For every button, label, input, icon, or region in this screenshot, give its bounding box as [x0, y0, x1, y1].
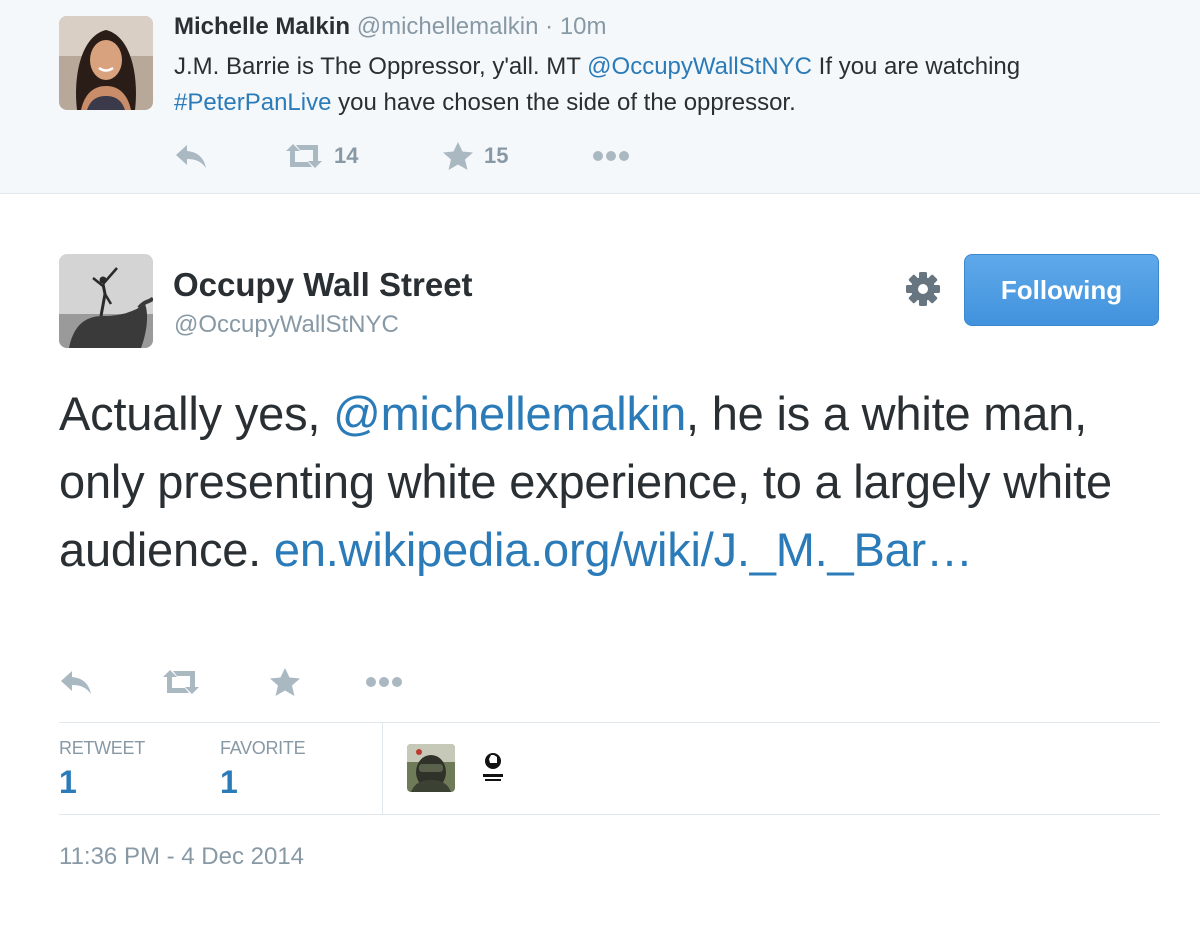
retweet-button[interactable] — [161, 664, 201, 700]
retweet-label: RETWEET — [59, 738, 145, 758]
reply-button[interactable] — [59, 664, 93, 700]
author-name[interactable]: Michelle Malkin — [174, 13, 350, 40]
hashtag-link[interactable]: #PeterPanLive — [174, 89, 331, 116]
reply-button[interactable] — [174, 138, 208, 174]
more-button[interactable] — [365, 664, 403, 700]
text-segment: J.M. Barrie is The Oppressor, y'all. MT — [174, 53, 588, 80]
url-link[interactable]: en.wikipedia.org/wiki/J._M._Bar… — [274, 523, 973, 576]
parent-tweet-header: Michelle Malkin @michellemalkin · 10m — [174, 12, 607, 42]
favorite-button[interactable] — [269, 664, 301, 700]
retweeter-avatar[interactable] — [407, 744, 455, 792]
favorite-count: 15 — [484, 143, 509, 168]
mention-link[interactable]: @michellemalkin — [333, 387, 686, 440]
tweet-stats: RETWEET 1 FAVORITE 1 — [59, 722, 1160, 814]
parent-tweet-text: J.M. Barrie is The Oppressor, y'all. MT … — [174, 49, 1174, 121]
text-segment: you have chosen the side of the oppresso… — [331, 89, 796, 116]
more-dots-icon — [592, 150, 630, 162]
more-dots-icon — [365, 676, 403, 688]
main-tweet-text: Actually yes, @michellemalkin, he is a w… — [59, 380, 1169, 584]
retweet-stat-count[interactable]: 1 — [59, 764, 77, 801]
separator-dot: · — [545, 13, 554, 40]
retweet-icon — [284, 142, 324, 170]
tweet-time[interactable]: 10m — [560, 13, 607, 40]
main-tweet-actions — [59, 664, 459, 704]
michelle-malkin-avatar[interactable] — [59, 16, 153, 110]
more-button[interactable] — [592, 138, 630, 174]
reply-icon — [174, 142, 208, 170]
retweet-count: 14 — [334, 143, 359, 168]
star-icon — [442, 141, 474, 171]
star-icon — [269, 667, 301, 697]
mention-link[interactable]: @OccupyWallStNYC — [587, 53, 812, 80]
author-handle[interactable]: @michellemalkin — [357, 13, 539, 40]
text-segment: Actually yes, — [59, 387, 334, 440]
following-button[interactable]: Following — [964, 254, 1159, 326]
retweet-button[interactable]: 14 — [284, 138, 358, 174]
gear-icon[interactable] — [904, 270, 942, 308]
favorite-label: FAVORITE — [220, 738, 306, 758]
retweet-icon — [161, 668, 201, 696]
stats-separator — [382, 722, 383, 814]
favorite-button[interactable]: 15 — [442, 138, 508, 174]
parent-tweet: Michelle Malkin @michellemalkin · 10m J.… — [0, 0, 1200, 194]
author-name[interactable]: Occupy Wall Street — [173, 266, 473, 304]
tweet-timestamp[interactable]: 11:36 PM - 4 Dec 2014 — [59, 843, 304, 871]
occupy-wall-street-avatar[interactable] — [59, 254, 153, 348]
parent-tweet-actions: 14 15 — [174, 138, 774, 174]
text-segment: If you are watching — [812, 53, 1021, 80]
author-handle[interactable]: @OccupyWallStNYC — [174, 311, 399, 339]
divider — [59, 814, 1160, 815]
favorite-stat-count[interactable]: 1 — [220, 764, 238, 801]
reply-icon — [59, 668, 93, 696]
occupy-logo-avatar[interactable] — [469, 744, 517, 792]
